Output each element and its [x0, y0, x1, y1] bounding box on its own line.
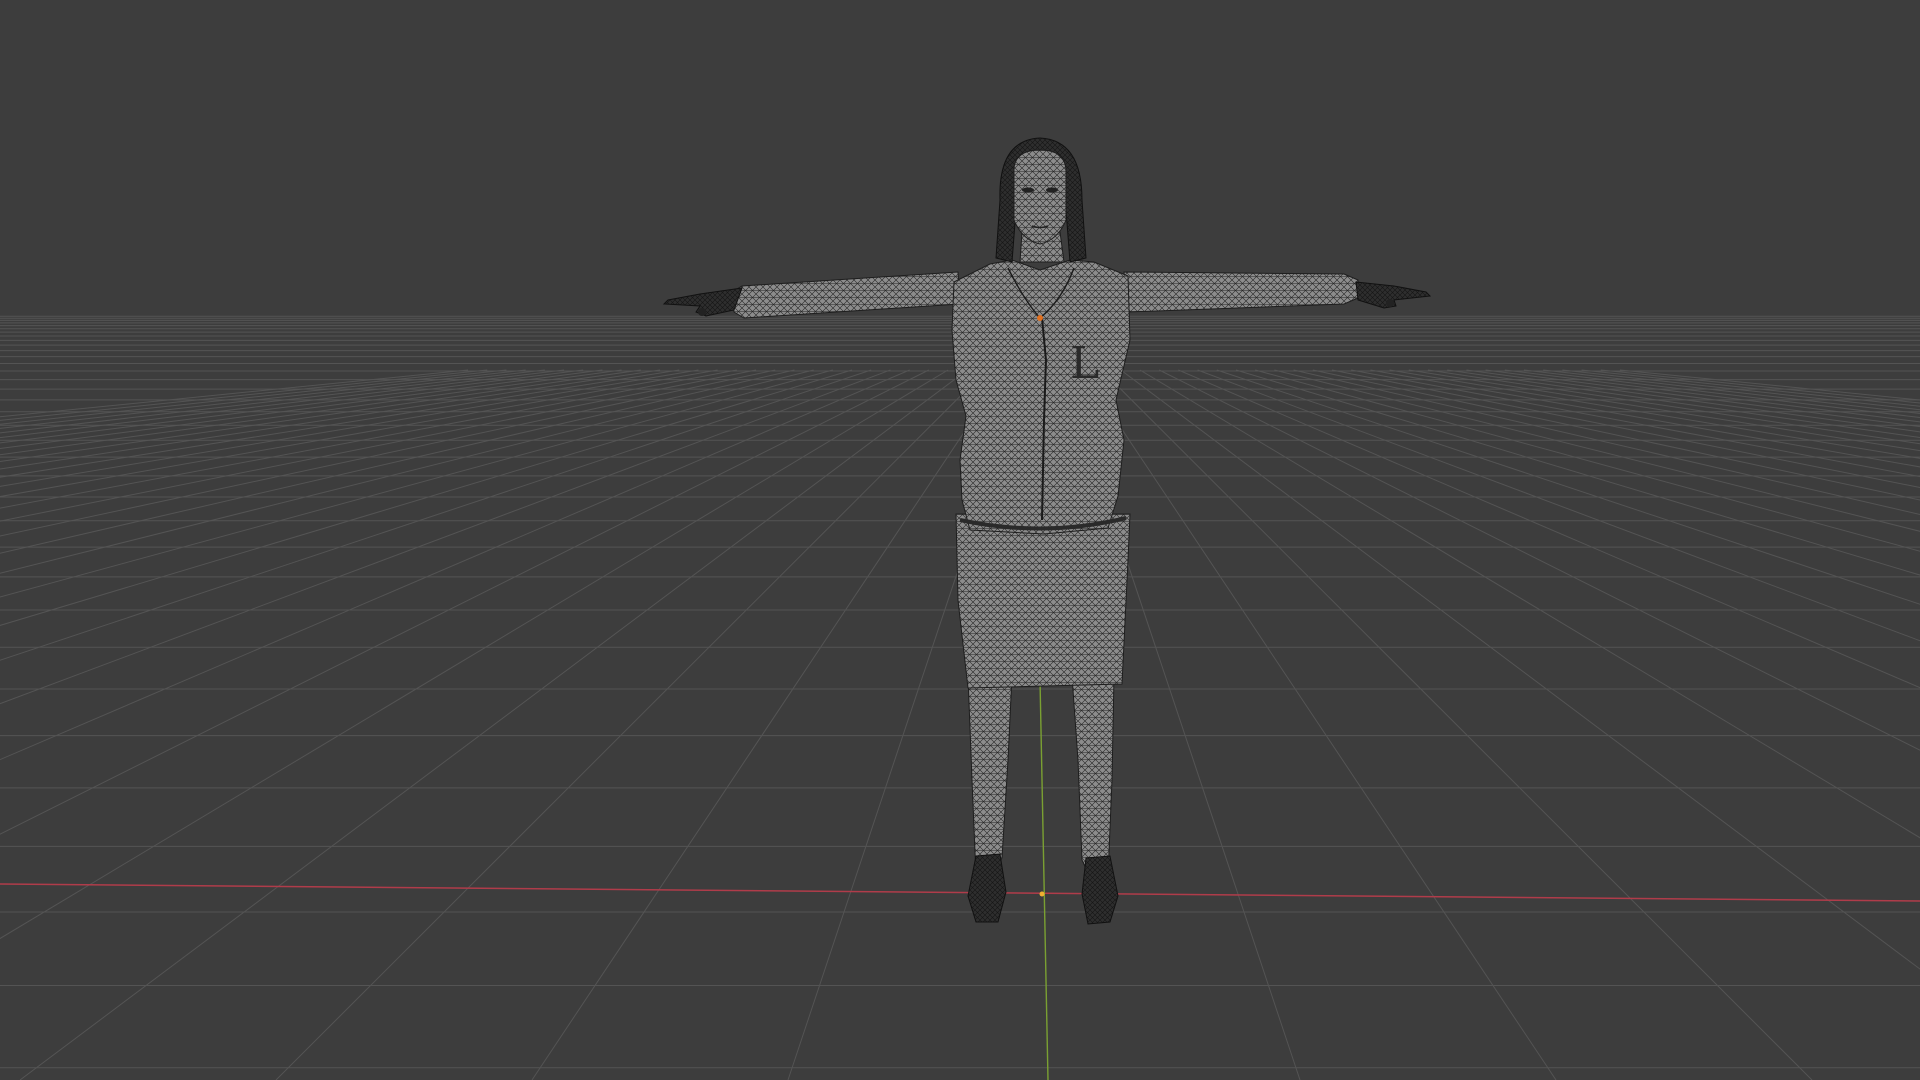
- grid-line-depth: [1158, 369, 1920, 751]
- x-axis-line: [0, 883, 1920, 902]
- grid-line-depth: [0, 369, 488, 421]
- grid-line-depth: [0, 369, 891, 705]
- grid-line-depth: [1139, 369, 1920, 839]
- grid-line-depth: [0, 369, 565, 439]
- grid-line-depth: [531, 369, 1007, 1080]
- grid-line-depth: [1351, 369, 1920, 478]
- grid-line-depth: [0, 369, 641, 462]
- right-leg: [1071, 675, 1115, 883]
- right-eye: [1046, 187, 1058, 193]
- grid-line-depth: [0, 369, 930, 835]
- grid-line-depth: [0, 369, 661, 470]
- grid-line-depth: [1447, 369, 1920, 439]
- grid-line-depth: [0, 369, 622, 456]
- grid-line-depth: [1389, 369, 1920, 459]
- 3d-viewport[interactable]: L: [0, 0, 1920, 1080]
- grid-line-depth: [1523, 369, 1920, 418]
- y-axis-line: [1039, 679, 1049, 1080]
- grid-line-depth: [0, 369, 718, 498]
- grid-line-depth: [1504, 369, 1920, 423]
- right-hand-thumb: [1386, 299, 1394, 307]
- cardigan: [951, 259, 1131, 535]
- grid-line-depth: [1216, 369, 1920, 605]
- grid-line-depth: [0, 369, 814, 574]
- grid-line-depth: [0, 369, 795, 554]
- grid-line-depth: [0, 369, 853, 626]
- grid-line-depth: [19, 369, 968, 1080]
- left-leg: [967, 675, 1013, 881]
- left-shoe: [967, 853, 1007, 923]
- grid-line-depth: [1235, 369, 1920, 576]
- grid-line-depth: [1427, 369, 1920, 445]
- cardigan-letter: L: [1070, 338, 1099, 389]
- grid-line-depth: [0, 369, 603, 450]
- skirt: [955, 513, 1131, 689]
- grid-line-depth: [1255, 369, 1920, 552]
- character-mesh[interactable]: L: [662, 137, 1432, 925]
- face: [1013, 149, 1067, 245]
- object-origin-dot: [1037, 315, 1043, 321]
- viewport-grid: [0, 315, 1920, 1080]
- right-arm: [1123, 271, 1359, 313]
- grid-line-depth: [0, 369, 737, 509]
- grid-line-depth: [1312, 369, 1920, 501]
- grid-line-depth: [0, 369, 833, 598]
- grid-line-depth: [0, 369, 949, 940]
- grid-line-depth: [1619, 369, 1920, 401]
- grid-line-depth: [1120, 369, 1920, 970]
- grid-line-depth: [1081, 369, 1557, 1080]
- grid-line-depth: [1293, 369, 1920, 515]
- grid-line-depth: [0, 369, 872, 661]
- grid-line-depth: [0, 369, 699, 487]
- grid-line-depth: [1466, 369, 1920, 433]
- world-origin-marker: [1039, 891, 1045, 897]
- grid-line-depth: [1101, 369, 1813, 1080]
- grid-line-depth: [1485, 369, 1920, 428]
- left-eye: [1022, 187, 1034, 193]
- grid-line-depth: [1331, 369, 1920, 489]
- grid-line-depth: [275, 369, 987, 1080]
- left-hand-thumb: [698, 308, 706, 316]
- left-arm: [731, 271, 961, 319]
- grid-line-depth: [1600, 369, 1920, 404]
- grid-line-depth: [0, 369, 507, 425]
- grid-line-depth: [0, 369, 469, 418]
- right-shoe: [1081, 855, 1119, 925]
- grid-line-depth: [0, 369, 680, 478]
- grid-line-depth: [0, 369, 526, 429]
- grid-line-depth: [0, 369, 910, 761]
